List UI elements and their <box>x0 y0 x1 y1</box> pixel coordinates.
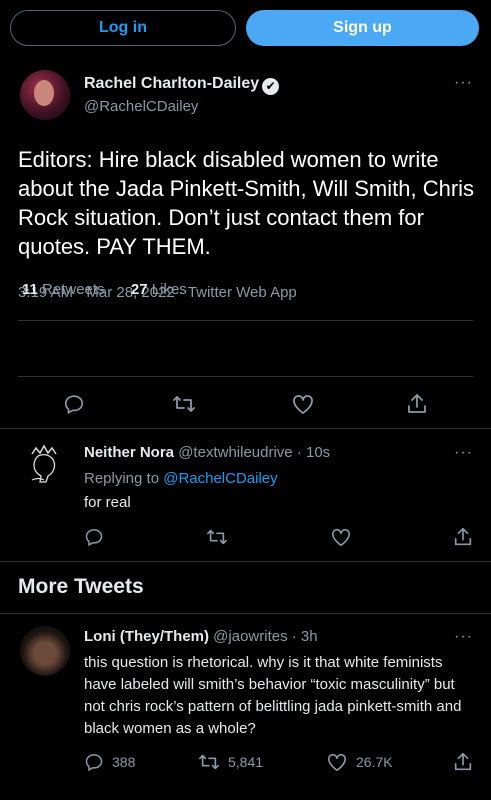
likes-stat[interactable]: 27 Likes <box>131 281 187 298</box>
author-handle[interactable]: @RachelCDailey <box>84 98 198 115</box>
reply-author-name[interactable]: Neither Nora <box>84 444 174 461</box>
reply-author: Neither Nora @textwhileudrive · 10s <box>84 444 330 461</box>
share-icon[interactable] <box>405 392 429 416</box>
engagement-stats: 11 Retweets 27 Likes <box>22 281 187 298</box>
avatar[interactable] <box>20 440 70 490</box>
tweet-text: this question is rhetorical. why is it t… <box>84 654 462 737</box>
replying-handle-link[interactable]: @RachelCDailey <box>163 470 277 487</box>
share-icon[interactable] <box>452 751 474 773</box>
divider <box>0 428 491 429</box>
retweets-count: 11 <box>22 281 38 298</box>
more-icon[interactable]: ··· <box>454 74 473 92</box>
replying-prefix: Replying to <box>84 470 160 487</box>
author-name-text: Rachel Charlton-Dailey <box>84 75 260 92</box>
likes-label: Likes <box>151 281 187 298</box>
more-icon[interactable]: ··· <box>454 444 473 462</box>
reply-icon[interactable] <box>84 527 104 547</box>
replying-to: Replying to @RachelCDailey <box>84 470 278 487</box>
login-button[interactable]: Log in <box>10 10 236 46</box>
reply-author-handle[interactable]: @textwhileudrive <box>178 444 292 461</box>
like-icon[interactable] <box>326 752 348 772</box>
more-icon[interactable]: ··· <box>454 628 473 646</box>
verified-icon: ✔ <box>262 78 280 95</box>
likes-count: 27 <box>130 281 148 298</box>
reply-time: · 10s <box>296 444 331 461</box>
retweet-icon[interactable] <box>172 393 196 415</box>
reply-icon[interactable] <box>63 393 85 415</box>
avatar[interactable] <box>20 626 70 676</box>
divider <box>0 613 491 614</box>
divider <box>0 561 491 562</box>
section-title: More Tweets <box>18 575 144 598</box>
reply-text: for real <box>84 494 131 511</box>
tweet-author-name[interactable]: Loni (They/Them) <box>84 628 209 645</box>
avatar[interactable] <box>20 70 70 120</box>
like-count: 26.7K <box>356 754 393 770</box>
retweets-label: Retweets <box>42 281 105 298</box>
retweet-icon[interactable] <box>198 752 220 772</box>
reply-count: 388 <box>112 754 136 770</box>
tweet-author-handle[interactable]: @jaowrites <box>213 628 287 645</box>
divider <box>18 376 473 377</box>
retweets-stat[interactable]: 11 Retweets <box>22 281 105 298</box>
tweet-time: · 3h <box>291 628 318 645</box>
like-icon[interactable] <box>330 527 352 547</box>
retweet-icon[interactable] <box>206 527 228 547</box>
tweet-text: Editors: Hire black disabled women to wr… <box>18 147 475 259</box>
author-name[interactable]: Rachel Charlton-Dailey ✔ <box>84 75 280 95</box>
avatar-illustration <box>21 441 69 489</box>
divider <box>18 320 473 321</box>
top-bar: Log in Sign up <box>0 0 491 56</box>
reply-icon[interactable] <box>84 752 104 772</box>
like-icon[interactable] <box>291 393 315 415</box>
share-icon[interactable] <box>452 526 474 548</box>
signup-button[interactable]: Sign up <box>246 10 479 46</box>
retweet-count: 5,841 <box>228 754 264 770</box>
avatar-face <box>34 80 54 106</box>
tweet-author: Loni (They/Them) @jaowrites · 3h <box>84 628 318 645</box>
